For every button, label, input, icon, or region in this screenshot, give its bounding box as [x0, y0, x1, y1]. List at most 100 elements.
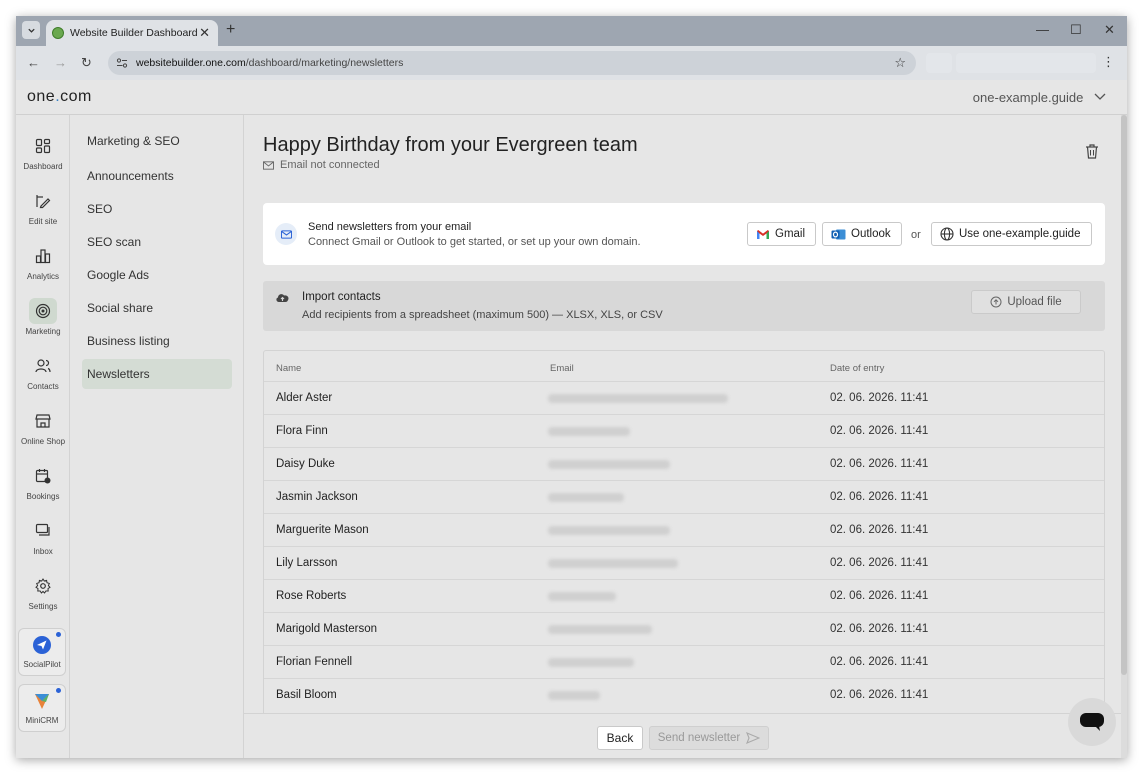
- upload-file-button[interactable]: Upload file: [971, 290, 1081, 314]
- main-content: Happy Birthday from your Evergreen team …: [244, 115, 1127, 758]
- browser-tab[interactable]: Website Builder Dashboard ✕: [46, 20, 218, 46]
- back-arrow-icon[interactable]: ←: [27, 55, 40, 70]
- app-header: one.com one-example.guide: [16, 80, 1127, 115]
- url-input[interactable]: websitebuilder.one.com/dashboard/marketi…: [108, 51, 916, 75]
- column-header-date: Date of entry: [830, 363, 885, 374]
- use-domain-button[interactable]: Use one-example.guide: [931, 222, 1092, 246]
- bookmark-star-icon[interactable]: ☆: [894, 55, 906, 71]
- maximize-icon[interactable]: ☐: [1070, 22, 1082, 38]
- app-minicrm[interactable]: MiniCRM: [18, 684, 66, 732]
- contact-email-redacted: [548, 460, 670, 469]
- contact-name: Lily Larsson: [276, 557, 338, 569]
- chat-support-button[interactable]: [1068, 698, 1116, 746]
- cloud-upload-icon: [276, 294, 289, 302]
- tab-search-button[interactable]: [22, 21, 40, 39]
- table-row[interactable]: Rose Roberts 02. 06. 2026. 11:41: [264, 579, 1104, 612]
- column-header-name: Name: [276, 363, 302, 374]
- minimize-icon[interactable]: —: [1036, 22, 1049, 37]
- rail-item-inbox[interactable]: Inbox: [16, 516, 70, 570]
- contact-name: Basil Bloom: [276, 689, 337, 701]
- import-contacts-card: Import contacts Add recipients from a sp…: [263, 281, 1105, 331]
- rail-item-online-shop[interactable]: Online Shop: [16, 406, 70, 460]
- delete-button[interactable]: [1085, 144, 1099, 164]
- contact-email-redacted: [548, 625, 652, 634]
- import-subtitle: Add recipients from a spreadsheet (maxim…: [302, 309, 663, 321]
- rail-item-bookings[interactable]: Bookings: [16, 461, 70, 515]
- outlook-button[interactable]: Outlook: [822, 222, 902, 246]
- rail-item-marketing[interactable]: Marketing: [16, 296, 70, 350]
- notification-dot: [56, 632, 61, 637]
- gear-icon: [29, 573, 57, 599]
- extension-slot[interactable]: [926, 53, 952, 73]
- close-window-icon[interactable]: ✕: [1104, 22, 1115, 38]
- close-tab-icon[interactable]: ✕: [199, 25, 210, 41]
- envelope-icon: [275, 223, 297, 245]
- contact-email-redacted: [548, 526, 670, 535]
- gmail-icon: [757, 229, 769, 239]
- dashboard-icon: [29, 133, 57, 159]
- app-socialpilot[interactable]: SocialPilot: [18, 628, 66, 676]
- back-button[interactable]: Back: [597, 726, 643, 750]
- shop-icon: [29, 408, 57, 434]
- chat-icon: [29, 518, 57, 544]
- contact-date: 02. 06. 2026. 11:41: [830, 425, 929, 437]
- rail-item-settings[interactable]: Settings: [16, 571, 70, 625]
- contact-name: Florian Fennell: [276, 656, 353, 668]
- edit-site-icon: [29, 188, 57, 214]
- submenu-item-business-listing[interactable]: Business listing: [82, 326, 232, 356]
- forward-arrow-icon[interactable]: →: [54, 55, 67, 70]
- rail-item-contacts[interactable]: Contacts: [16, 351, 70, 405]
- address-bar: ← → ↻ websitebuilder.one.com/dashboard/m…: [16, 46, 1127, 80]
- table-row[interactable]: Alder Aster 02. 06. 2026. 11:41: [264, 381, 1104, 414]
- table-row[interactable]: Marigold Masterson 02. 06. 2026. 11:41: [264, 612, 1104, 645]
- page-title: Happy Birthday from your Evergreen team: [263, 134, 638, 156]
- trash-icon: [1086, 144, 1098, 159]
- submenu-item-seo[interactable]: SEO: [82, 194, 232, 224]
- contact-date: 02. 06. 2026. 11:41: [830, 623, 929, 635]
- browser-menu-icon[interactable]: ⋮: [1102, 54, 1115, 70]
- contacts-table: Name Email Date of entry Alder Aster 02.…: [263, 350, 1105, 750]
- table-row[interactable]: Marguerite Mason 02. 06. 2026. 11:41: [264, 513, 1104, 546]
- profile-slot[interactable]: [956, 53, 1096, 73]
- table-row[interactable]: Flora Finn 02. 06. 2026. 11:41: [264, 414, 1104, 447]
- table-row[interactable]: Jasmin Jackson 02. 06. 2026. 11:41: [264, 480, 1104, 513]
- reload-icon[interactable]: ↻: [81, 55, 92, 71]
- contact-email-redacted: [548, 559, 678, 568]
- scrollbar-thumb[interactable]: [1121, 115, 1127, 675]
- submenu-item-google-ads[interactable]: Google Ads: [82, 260, 232, 290]
- action-footer: Back Send newsletter: [244, 713, 1127, 758]
- contact-date: 02. 06. 2026. 11:41: [830, 689, 929, 701]
- table-row[interactable]: Florian Fennell 02. 06. 2026. 11:41: [264, 645, 1104, 678]
- connect-title: Send newsletters from your email: [308, 221, 472, 233]
- rail-item-edit-site[interactable]: Edit site: [16, 186, 70, 240]
- submenu-item-newsletters[interactable]: Newsletters: [82, 359, 232, 389]
- table-row[interactable]: Daisy Duke 02. 06. 2026. 11:41: [264, 447, 1104, 480]
- marketing-submenu: Marketing & SEO Announcements SEO SEO sc…: [70, 115, 244, 758]
- tab-strip: Website Builder Dashboard ✕ + — ☐ ✕: [16, 16, 1127, 46]
- table-row[interactable]: Lily Larsson 02. 06. 2026. 11:41: [264, 546, 1104, 579]
- submenu-item-announcements[interactable]: Announcements: [82, 161, 232, 191]
- connect-email-card: Send newsletters from your email Connect…: [263, 203, 1105, 265]
- send-newsletter-button[interactable]: Send newsletter: [649, 726, 769, 750]
- table-row[interactable]: Basil Bloom 02. 06. 2026. 11:41: [264, 678, 1104, 711]
- new-tab-icon[interactable]: +: [226, 21, 235, 39]
- upload-icon: [990, 296, 1002, 308]
- contact-email-redacted: [548, 493, 624, 502]
- chevron-down-icon: [27, 28, 35, 33]
- submenu-item-seo-scan[interactable]: SEO scan: [82, 227, 232, 257]
- minicrm-icon: [35, 694, 49, 709]
- rail-item-analytics[interactable]: Analytics: [16, 241, 70, 295]
- submenu-item-social-share[interactable]: Social share: [82, 293, 232, 323]
- contact-date: 02. 06. 2026. 11:41: [830, 491, 929, 503]
- contact-email-redacted: [548, 394, 728, 403]
- contact-name: Marguerite Mason: [276, 524, 369, 536]
- gmail-button[interactable]: Gmail: [747, 222, 816, 246]
- site-selector[interactable]: one-example.guide: [973, 90, 1107, 105]
- browser-window: Website Builder Dashboard ✕ + — ☐ ✕ ← → …: [16, 16, 1127, 758]
- contact-name: Marigold Masterson: [276, 623, 377, 635]
- rail-item-dashboard[interactable]: Dashboard: [16, 131, 70, 185]
- email-status: Email not connected: [263, 159, 380, 171]
- page-scrollbar[interactable]: [1121, 115, 1127, 758]
- one-com-logo[interactable]: one.com: [27, 88, 92, 106]
- site-info-icon[interactable]: [116, 57, 128, 69]
